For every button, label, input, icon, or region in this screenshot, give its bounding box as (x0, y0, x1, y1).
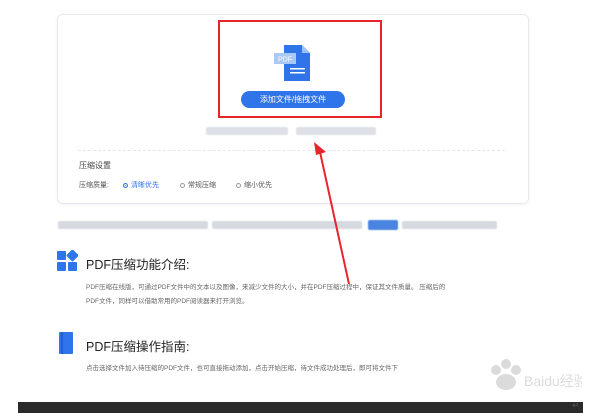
radio-option-normal[interactable]: 常规压缩 (180, 180, 216, 190)
guide-book-icon (59, 332, 73, 354)
radio-option-label: 缩小优先 (244, 182, 272, 189)
blurred-text (58, 221, 208, 229)
pdf-file-icon: PDF (274, 45, 310, 81)
settings-divider (78, 150, 505, 151)
compress-settings-title: 压缩设置 (79, 161, 111, 170)
add-file-button[interactable]: 添加文件/拖拽文件 (241, 91, 345, 108)
baidu-watermark-logo: Baidu经验 (491, 359, 582, 390)
pdf-icon-label: PDF (278, 57, 292, 64)
radio-option-small[interactable]: 缩小优先 (236, 180, 272, 190)
paragraph-mark: ↵ (572, 400, 580, 410)
radio-unchecked-icon (236, 182, 241, 188)
watermark-text: Baidu经验 (524, 373, 582, 389)
radio-option-clear[interactable]: 清晰优先 (123, 180, 159, 190)
blurred-text (212, 221, 362, 229)
compress-quality-label: 压缩质量: (79, 182, 109, 189)
radio-option-label: 清晰优先 (131, 182, 159, 189)
section-body-guide-line1: 点击选择文件加入待压缩的PDF文件，也可直接拖动添加，点击开始压缩，待文件成功处… (86, 365, 398, 372)
section-title-guide: PDF压缩操作指南: (86, 340, 190, 354)
radio-unchecked-icon (180, 182, 185, 188)
section-body-intro-line2: PDF文件，同样可以借助常用的PDF阅读器来打开浏览。 (86, 298, 249, 305)
blurred-text (296, 127, 376, 135)
section-title-intro: PDF压缩功能介绍: (86, 258, 190, 272)
bottom-bar (18, 402, 583, 413)
blurred-text (402, 221, 497, 229)
section-body-intro-line1: PDF压缩在线版，可通过PDF文件中的文本以及图像，来减少文件的大小，并在PDF… (86, 284, 446, 291)
blurred-link (368, 220, 398, 230)
radio-checked-icon (123, 182, 128, 188)
radio-option-label: 常规压缩 (188, 182, 216, 189)
blurred-text (206, 127, 288, 135)
feature-grid-icon (57, 250, 78, 271)
